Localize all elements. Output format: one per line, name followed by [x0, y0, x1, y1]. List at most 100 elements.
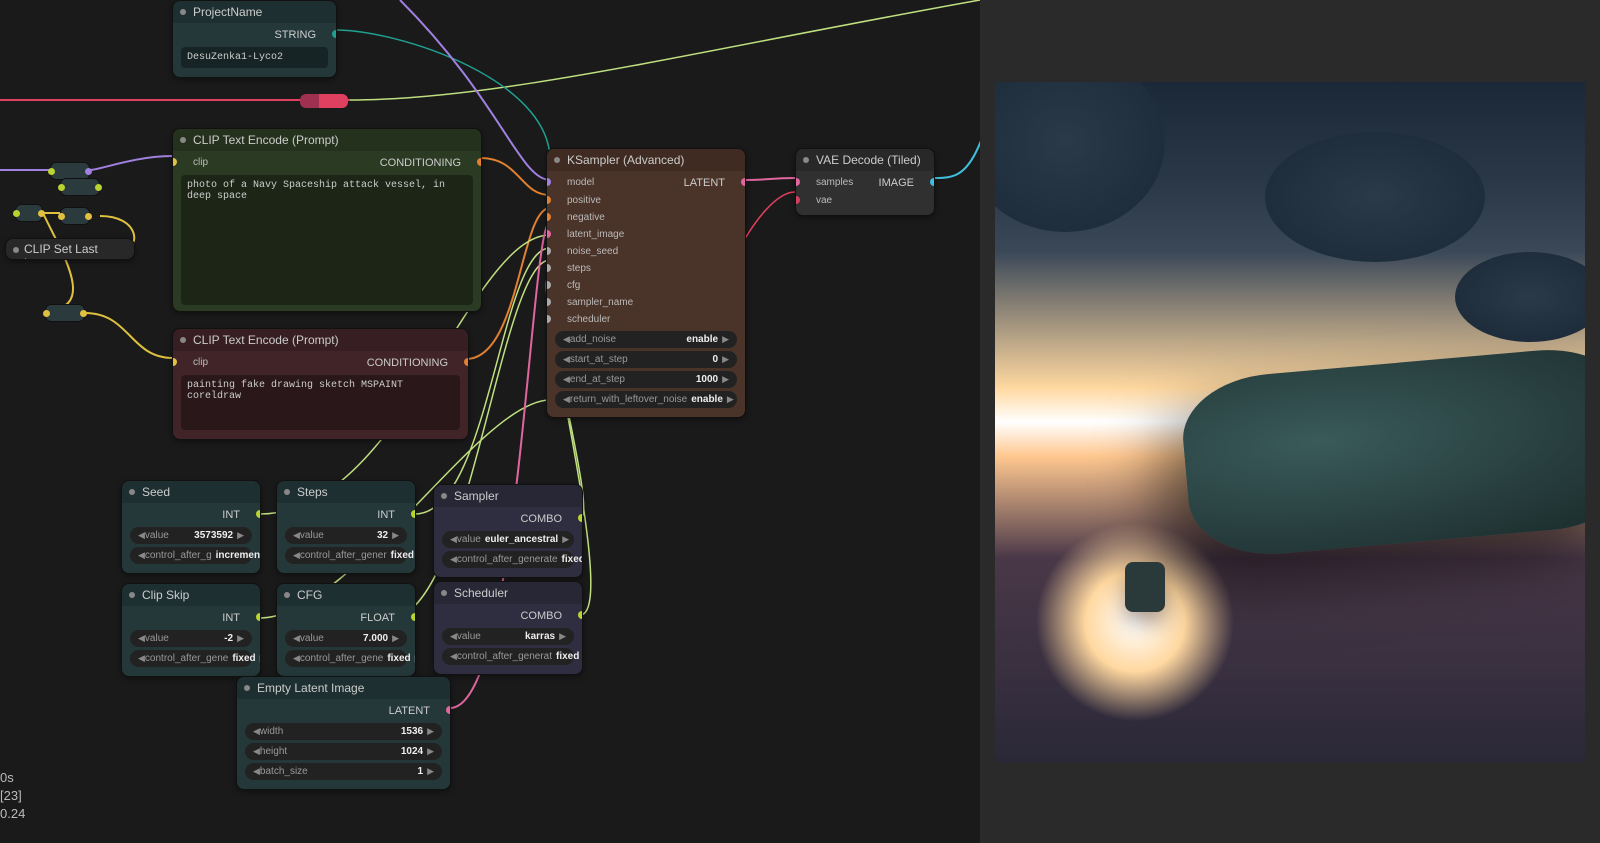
output-port[interactable]: [464, 358, 469, 366]
input-port[interactable]: [13, 210, 20, 217]
chevron-left-icon[interactable]: ◀: [253, 746, 260, 757]
node-header[interactable]: CFG: [277, 584, 415, 606]
collapse-dot-icon[interactable]: [284, 592, 290, 598]
input-port[interactable]: [172, 358, 177, 366]
collapse-dot-icon[interactable]: [129, 592, 135, 598]
node-header[interactable]: KSampler (Advanced): [547, 149, 745, 171]
control-after-generate-widget[interactable]: ◀control_after_generfixed▶: [285, 547, 407, 564]
input-port[interactable]: [546, 247, 551, 255]
input-port[interactable]: [546, 178, 551, 186]
output-port[interactable]: [411, 613, 416, 621]
sampler-node[interactable]: Sampler COMBO ◀valueeuler_ancestral▶ ◀co…: [433, 484, 583, 578]
reroute-node[interactable]: [60, 178, 100, 196]
clip-text-encode-positive-node[interactable]: CLIP Text Encode (Prompt) clip CONDITION…: [172, 128, 482, 312]
chevron-left-icon[interactable]: ◀: [563, 394, 570, 405]
prompt-text[interactable]: painting fake drawing sketch MSPAINT cor…: [181, 375, 460, 430]
chevron-right-icon[interactable]: ▶: [727, 394, 734, 405]
node-header[interactable]: Empty Latent Image: [237, 677, 450, 699]
input-port[interactable]: [795, 178, 800, 186]
chevron-left-icon[interactable]: ◀: [253, 726, 260, 737]
node-header[interactable]: CLIP Text Encode (Prompt): [173, 329, 468, 351]
output-port[interactable]: [85, 213, 92, 220]
collapse-dot-icon[interactable]: [554, 157, 560, 163]
end-at-step-widget[interactable]: ◀end_at_step1000▶: [555, 371, 737, 388]
input-port[interactable]: [58, 213, 65, 220]
input-port[interactable]: [546, 264, 551, 272]
project-name-value[interactable]: DesuZenka1-Lyco2: [181, 47, 328, 68]
output-port[interactable]: [256, 613, 261, 621]
output-port[interactable]: [95, 184, 102, 191]
chevron-left-icon[interactable]: ◀: [450, 651, 457, 662]
chevron-right-icon[interactable]: ▶: [392, 633, 399, 644]
ksampler-advanced-node[interactable]: KSampler (Advanced) model LATENT positiv…: [546, 148, 746, 418]
output-port[interactable]: [256, 510, 261, 518]
output-port[interactable]: [446, 706, 451, 714]
output-port[interactable]: [332, 30, 337, 38]
cfg-node[interactable]: CFG FLOAT ◀value7.000▶ ◀control_after_ge…: [276, 583, 416, 677]
control-after-generate-widget[interactable]: ◀control_after_gincrement▶: [130, 547, 252, 564]
input-port[interactable]: [546, 281, 551, 289]
node-header[interactable]: ProjectName: [173, 1, 336, 23]
input-port[interactable]: [58, 184, 65, 191]
node-header[interactable]: Steps: [277, 481, 415, 503]
node-header[interactable]: Clip Skip: [122, 584, 260, 606]
output-port[interactable]: [578, 514, 583, 522]
chevron-right-icon[interactable]: ▶: [562, 534, 569, 545]
control-after-generate-widget[interactable]: ◀control_after_generatfixed▶: [442, 648, 574, 665]
node-header[interactable]: CLIP Set Last Layer: [6, 239, 134, 260]
output-port[interactable]: [38, 210, 45, 217]
chevron-left-icon[interactable]: ◀: [450, 534, 457, 545]
chevron-left-icon[interactable]: ◀: [450, 631, 457, 642]
reroute-node[interactable]: [300, 94, 348, 108]
input-port[interactable]: [43, 310, 50, 317]
chevron-left-icon[interactable]: ◀: [138, 550, 145, 561]
chevron-left-icon[interactable]: ◀: [253, 766, 260, 777]
vae-decode-tiled-node[interactable]: VAE Decode (Tiled) samples IMAGE vae: [795, 148, 935, 216]
clip-set-last-layer-node[interactable]: CLIP Set Last Layer: [5, 238, 135, 260]
collapse-dot-icon[interactable]: [441, 493, 447, 499]
add-noise-widget[interactable]: ◀add_noiseenable▶: [555, 331, 737, 348]
steps-node[interactable]: Steps INT ◀value32▶ ◀control_after_gener…: [276, 480, 416, 574]
input-port[interactable]: [795, 196, 800, 204]
output-port[interactable]: [578, 611, 583, 619]
chevron-right-icon[interactable]: ▶: [427, 766, 434, 777]
output-port[interactable]: [85, 168, 92, 175]
collapse-dot-icon[interactable]: [803, 157, 809, 163]
collapse-dot-icon[interactable]: [180, 9, 186, 15]
width-widget[interactable]: ◀width1536▶: [245, 723, 442, 740]
value-widget[interactable]: ◀value-2▶: [130, 630, 252, 647]
input-port[interactable]: [546, 196, 551, 204]
chevron-right-icon[interactable]: ▶: [415, 653, 416, 664]
reroute-node[interactable]: [45, 304, 85, 322]
chevron-left-icon[interactable]: ◀: [138, 530, 145, 541]
chevron-right-icon[interactable]: ▶: [237, 633, 244, 644]
control-after-generate-widget[interactable]: ◀control_after_generatefixed▶: [442, 551, 574, 568]
control-after-generate-widget[interactable]: ◀control_after_genefixed▶: [130, 650, 252, 667]
chevron-right-icon[interactable]: ▶: [722, 354, 729, 365]
input-port[interactable]: [546, 230, 551, 238]
project-name-node[interactable]: ProjectName STRING DesuZenka1-Lyco2: [172, 0, 337, 78]
chevron-left-icon[interactable]: ◀: [293, 550, 300, 561]
input-port[interactable]: [172, 158, 177, 166]
chevron-left-icon[interactable]: ◀: [138, 633, 145, 644]
chevron-right-icon[interactable]: ▶: [722, 374, 729, 385]
scheduler-node[interactable]: Scheduler COMBO ◀valuekarras▶ ◀control_a…: [433, 581, 583, 675]
node-header[interactable]: CLIP Text Encode (Prompt): [173, 129, 481, 151]
value-widget[interactable]: ◀valuekarras▶: [442, 628, 574, 645]
reroute-node[interactable]: [60, 207, 90, 225]
input-port[interactable]: [546, 298, 551, 306]
node-header[interactable]: Sampler: [434, 485, 582, 507]
value-widget[interactable]: ◀value32▶: [285, 527, 407, 544]
collapse-dot-icon[interactable]: [13, 247, 19, 253]
output-port[interactable]: [411, 510, 416, 518]
chevron-left-icon[interactable]: ◀: [293, 633, 300, 644]
input-port[interactable]: [48, 168, 55, 175]
collapse-dot-icon[interactable]: [180, 337, 186, 343]
node-header[interactable]: VAE Decode (Tiled): [796, 149, 934, 171]
chevron-right-icon[interactable]: ▶: [559, 631, 566, 642]
value-widget[interactable]: ◀valueeuler_ancestral▶: [442, 531, 574, 548]
collapse-dot-icon[interactable]: [441, 590, 447, 596]
chevron-right-icon[interactable]: ▶: [260, 653, 261, 664]
collapse-dot-icon[interactable]: [244, 685, 250, 691]
chevron-left-icon[interactable]: ◀: [563, 354, 570, 365]
